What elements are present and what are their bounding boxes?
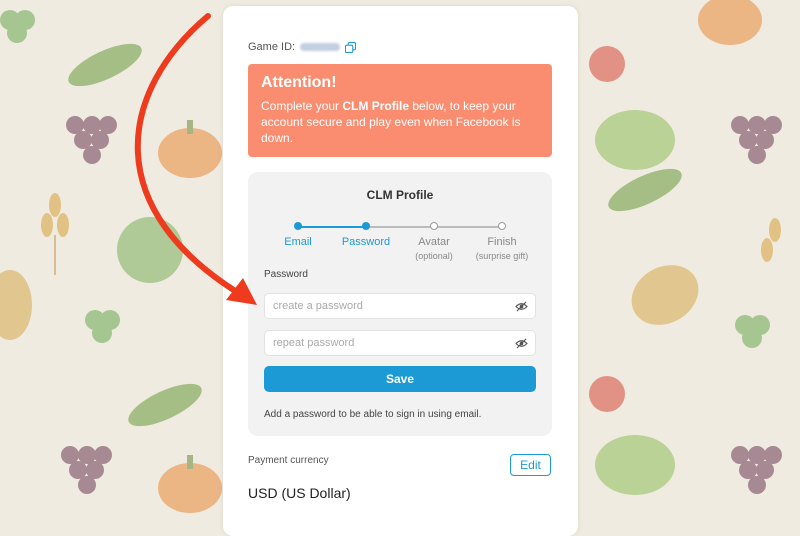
attention-banner: Attention! Complete your CLM Profile bel…	[248, 64, 552, 157]
edit-currency-button[interactable]: Edit	[510, 454, 551, 476]
potato-icon	[631, 265, 699, 325]
attention-message: Complete your CLM Profile below, to keep…	[261, 98, 539, 146]
clover-icon	[735, 315, 770, 348]
create-password-field	[264, 293, 536, 319]
step-finish[interactable]: Finish (surprise gift)	[462, 216, 542, 261]
tomato-icon	[589, 46, 625, 82]
attention-title: Attention!	[261, 74, 337, 91]
pumpkin-icon	[698, 0, 762, 45]
password-hint: Add a password to be able to sign in usi…	[264, 409, 482, 420]
cucumber-icon	[128, 383, 202, 427]
step-dot-inactive	[430, 222, 438, 230]
pumpkin-icon	[158, 120, 222, 178]
clm-profile-title: CLM Profile	[366, 188, 434, 202]
step-label: Finish	[487, 236, 517, 248]
tomato-icon	[589, 376, 625, 412]
clover-icon	[85, 310, 120, 343]
cucumber-icon	[68, 43, 142, 87]
currency-value: USD (US Dollar)	[248, 485, 351, 501]
clm-profile-panel: CLM Profile Email Password Avatar (optio…	[248, 172, 552, 436]
password-label: Password	[264, 269, 308, 280]
game-id-row: Game ID:	[248, 41, 357, 53]
eye-off-icon[interactable]	[515, 301, 528, 312]
profile-card: Game ID: Attention! Complete your CLM Pr…	[223, 6, 578, 536]
wheat-icon	[761, 218, 781, 262]
repeat-password-input[interactable]	[265, 331, 503, 355]
step-dot-inactive	[498, 222, 506, 230]
pumpkin-icon	[158, 455, 222, 513]
lettuce-icon	[595, 435, 675, 495]
save-button[interactable]: Save	[264, 366, 536, 392]
wheat-icon	[41, 193, 69, 275]
payment-currency-label: Payment currency	[248, 455, 329, 466]
clover-icon	[0, 10, 35, 43]
attention-text-prefix: Complete your	[261, 99, 343, 113]
grapes-icon	[66, 116, 117, 164]
copy-icon[interactable]	[345, 41, 357, 53]
grapes-icon	[61, 446, 112, 494]
repeat-password-field	[264, 330, 536, 356]
eye-off-icon[interactable]	[515, 338, 528, 349]
game-id-label: Game ID:	[248, 41, 296, 53]
step-dot-active	[294, 222, 302, 230]
potato-icon	[0, 270, 32, 340]
step-dot-active	[362, 222, 370, 230]
lettuce-icon	[595, 110, 675, 170]
progress-stepper: Email Password Avatar (optional) Finish …	[248, 216, 552, 276]
grapes-icon	[731, 116, 782, 164]
attention-text-bold: CLM Profile	[342, 99, 410, 113]
grapes-icon	[731, 446, 782, 494]
step-sublabel: (surprise gift)	[475, 251, 529, 261]
create-password-input[interactable]	[265, 294, 503, 318]
cabbage-icon	[117, 217, 183, 283]
game-id-value-blurred	[300, 43, 341, 51]
